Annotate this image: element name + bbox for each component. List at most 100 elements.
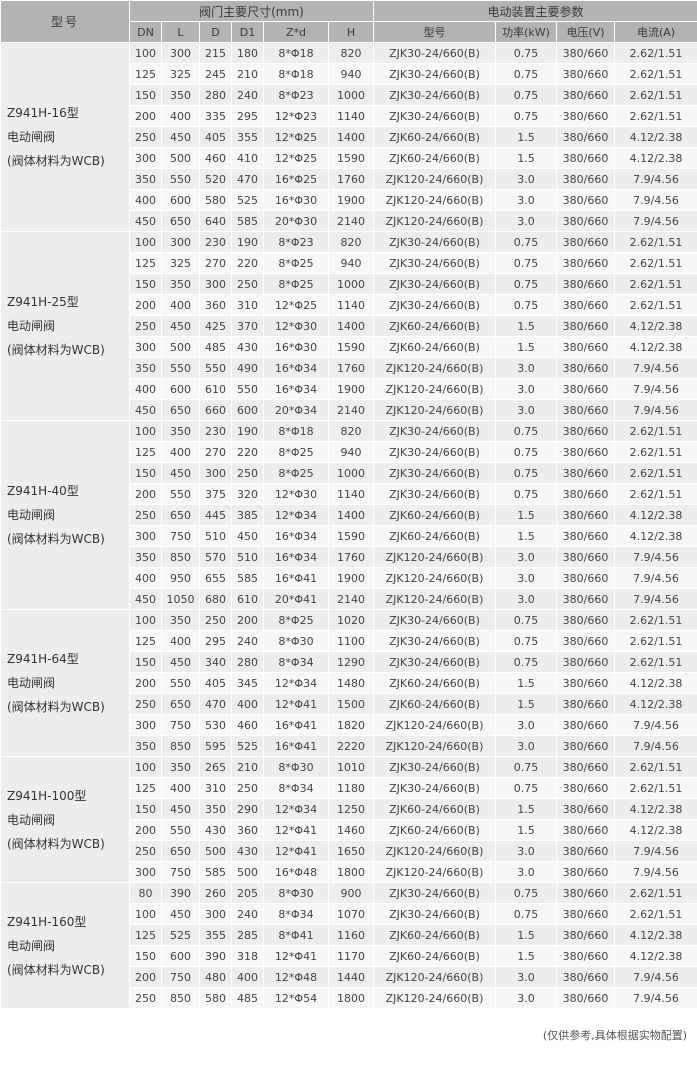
cell-voltage: 380/660 bbox=[556, 588, 615, 610]
cell-d1: 240 bbox=[231, 903, 264, 925]
cell-l: 550 bbox=[161, 672, 200, 694]
cell-zd: 8*Φ34 bbox=[263, 651, 329, 673]
cell-power: 0.75 bbox=[495, 756, 557, 778]
cell-current: 2.62/1.51 bbox=[613, 84, 697, 106]
cell-zd: 12*Φ34 bbox=[263, 798, 329, 820]
cell-h: 1760 bbox=[328, 168, 374, 190]
model-line: 电动闸阀 bbox=[7, 938, 56, 953]
cell-current: 7.9/4.56 bbox=[613, 378, 697, 400]
cell-power: 1.5 bbox=[495, 147, 557, 169]
cell-zd: 16*Φ34 bbox=[263, 378, 329, 400]
cell-dn: 150 bbox=[129, 84, 162, 106]
cell-h: 1250 bbox=[328, 798, 374, 820]
cell-dn: 250 bbox=[129, 126, 162, 148]
cell-actuator-model: ZJK60-24/660(B) bbox=[373, 315, 496, 337]
cell-l: 600 bbox=[161, 378, 200, 400]
cell-d: 350 bbox=[199, 798, 232, 820]
cell-voltage: 380/660 bbox=[556, 399, 615, 421]
cell-l: 1050 bbox=[161, 588, 200, 610]
model-cell: Z941H-100型 电动闸阀 (阀体材料为WCB) bbox=[0, 756, 130, 883]
cell-d: 430 bbox=[199, 819, 232, 841]
cell-l: 850 bbox=[161, 735, 200, 757]
col-header-actuator-model: 型号 bbox=[373, 21, 496, 43]
cell-h: 940 bbox=[328, 441, 374, 463]
cell-dn: 250 bbox=[129, 987, 162, 1009]
cell-h: 1760 bbox=[328, 546, 374, 568]
cell-d: 300 bbox=[199, 462, 232, 484]
cell-actuator-model: ZJK60-24/660(B) bbox=[373, 126, 496, 148]
cell-dn: 150 bbox=[129, 273, 162, 295]
cell-actuator-model: ZJK120-24/660(B) bbox=[373, 714, 496, 736]
col-header-d: D bbox=[199, 21, 232, 43]
cell-power: 1.5 bbox=[495, 924, 557, 946]
cell-zd: 12*Φ25 bbox=[263, 147, 329, 169]
cell-dn: 300 bbox=[129, 525, 162, 547]
cell-d1: 430 bbox=[231, 336, 264, 358]
cell-actuator-model: ZJK120-24/660(B) bbox=[373, 189, 496, 211]
cell-voltage: 380/660 bbox=[556, 714, 615, 736]
cell-voltage: 380/660 bbox=[556, 798, 615, 820]
cell-actuator-model: ZJK60-24/660(B) bbox=[373, 798, 496, 820]
cell-voltage: 380/660 bbox=[556, 483, 615, 505]
col-header-power: 功率(kW) bbox=[495, 21, 557, 43]
model-line: Z941H-100型 bbox=[7, 788, 87, 803]
cell-current: 2.62/1.51 bbox=[613, 42, 697, 64]
cell-current: 2.62/1.51 bbox=[613, 882, 697, 904]
cell-d: 655 bbox=[199, 567, 232, 589]
model-line: 电动闸阀 bbox=[7, 676, 56, 690]
cell-current: 4.12/2.38 bbox=[613, 525, 697, 547]
cell-d: 595 bbox=[199, 735, 232, 757]
cell-h: 1400 bbox=[328, 126, 374, 148]
cell-d1: 205 bbox=[231, 882, 264, 904]
cell-current: 4.12/2.38 bbox=[613, 126, 697, 148]
cell-dn: 125 bbox=[129, 777, 162, 799]
cell-d1: 450 bbox=[231, 525, 264, 547]
cell-d: 405 bbox=[199, 672, 232, 694]
cell-d: 445 bbox=[199, 504, 232, 526]
cell-d: 295 bbox=[199, 630, 232, 652]
cell-h: 900 bbox=[328, 882, 374, 904]
table-header: 型号 阀门主要尺寸(mm) 电动装置主要参数 DN L D D1 Z*d H 型… bbox=[0, 0, 697, 43]
cell-d: 580 bbox=[199, 987, 232, 1009]
cell-d1: 385 bbox=[231, 504, 264, 526]
cell-dn: 400 bbox=[129, 189, 162, 211]
cell-power: 3.0 bbox=[495, 357, 557, 379]
cell-d: 230 bbox=[199, 420, 232, 442]
cell-current: 7.9/4.56 bbox=[613, 966, 697, 988]
table-row: Z941H-64型 电动闸阀 (阀体材料为WCB) 100 350 250 200 8*Φ25… bbox=[0, 609, 697, 757]
cell-voltage: 380/660 bbox=[556, 189, 615, 211]
cell-power: 3.0 bbox=[495, 840, 557, 862]
cell-dn: 300 bbox=[129, 714, 162, 736]
cell-d: 360 bbox=[199, 294, 232, 316]
cell-l: 650 bbox=[161, 504, 200, 526]
model-line: 电动闸阀 bbox=[7, 130, 56, 144]
cell-h: 1020 bbox=[328, 609, 374, 631]
cell-d1: 585 bbox=[231, 567, 264, 589]
cell-actuator-model: ZJK120-24/660(B) bbox=[373, 168, 496, 190]
cell-dn: 100 bbox=[129, 903, 162, 925]
cell-dn: 200 bbox=[129, 483, 162, 505]
cell-l: 450 bbox=[161, 903, 200, 925]
cell-dn: 125 bbox=[129, 63, 162, 85]
cell-actuator-model: ZJK60-24/660(B) bbox=[373, 924, 496, 946]
cell-current: 2.62/1.51 bbox=[613, 420, 697, 442]
cell-current: 7.9/4.56 bbox=[613, 189, 697, 211]
cell-power: 3.0 bbox=[495, 714, 557, 736]
cell-power: 0.75 bbox=[495, 609, 557, 631]
cell-current: 4.12/2.38 bbox=[613, 315, 697, 337]
cell-dn: 100 bbox=[129, 420, 162, 442]
cell-voltage: 380/660 bbox=[556, 672, 615, 694]
cell-dn: 80 bbox=[129, 882, 162, 904]
cell-dn: 400 bbox=[129, 378, 162, 400]
cell-d: 520 bbox=[199, 168, 232, 190]
col-header-dn: DN bbox=[129, 21, 162, 43]
spec-sheet: 型号 阀门主要尺寸(mm) 电动装置主要参数 DN L D D1 Z*d H 型… bbox=[0, 0, 697, 1066]
cell-d: 480 bbox=[199, 966, 232, 988]
cell-h: 820 bbox=[328, 231, 374, 253]
cell-current: 7.9/4.56 bbox=[613, 210, 697, 232]
cell-power: 3.0 bbox=[495, 378, 557, 400]
cell-current: 2.62/1.51 bbox=[613, 294, 697, 316]
cell-d1: 460 bbox=[231, 714, 264, 736]
cell-dn: 200 bbox=[129, 105, 162, 127]
cell-current: 7.9/4.56 bbox=[613, 168, 697, 190]
